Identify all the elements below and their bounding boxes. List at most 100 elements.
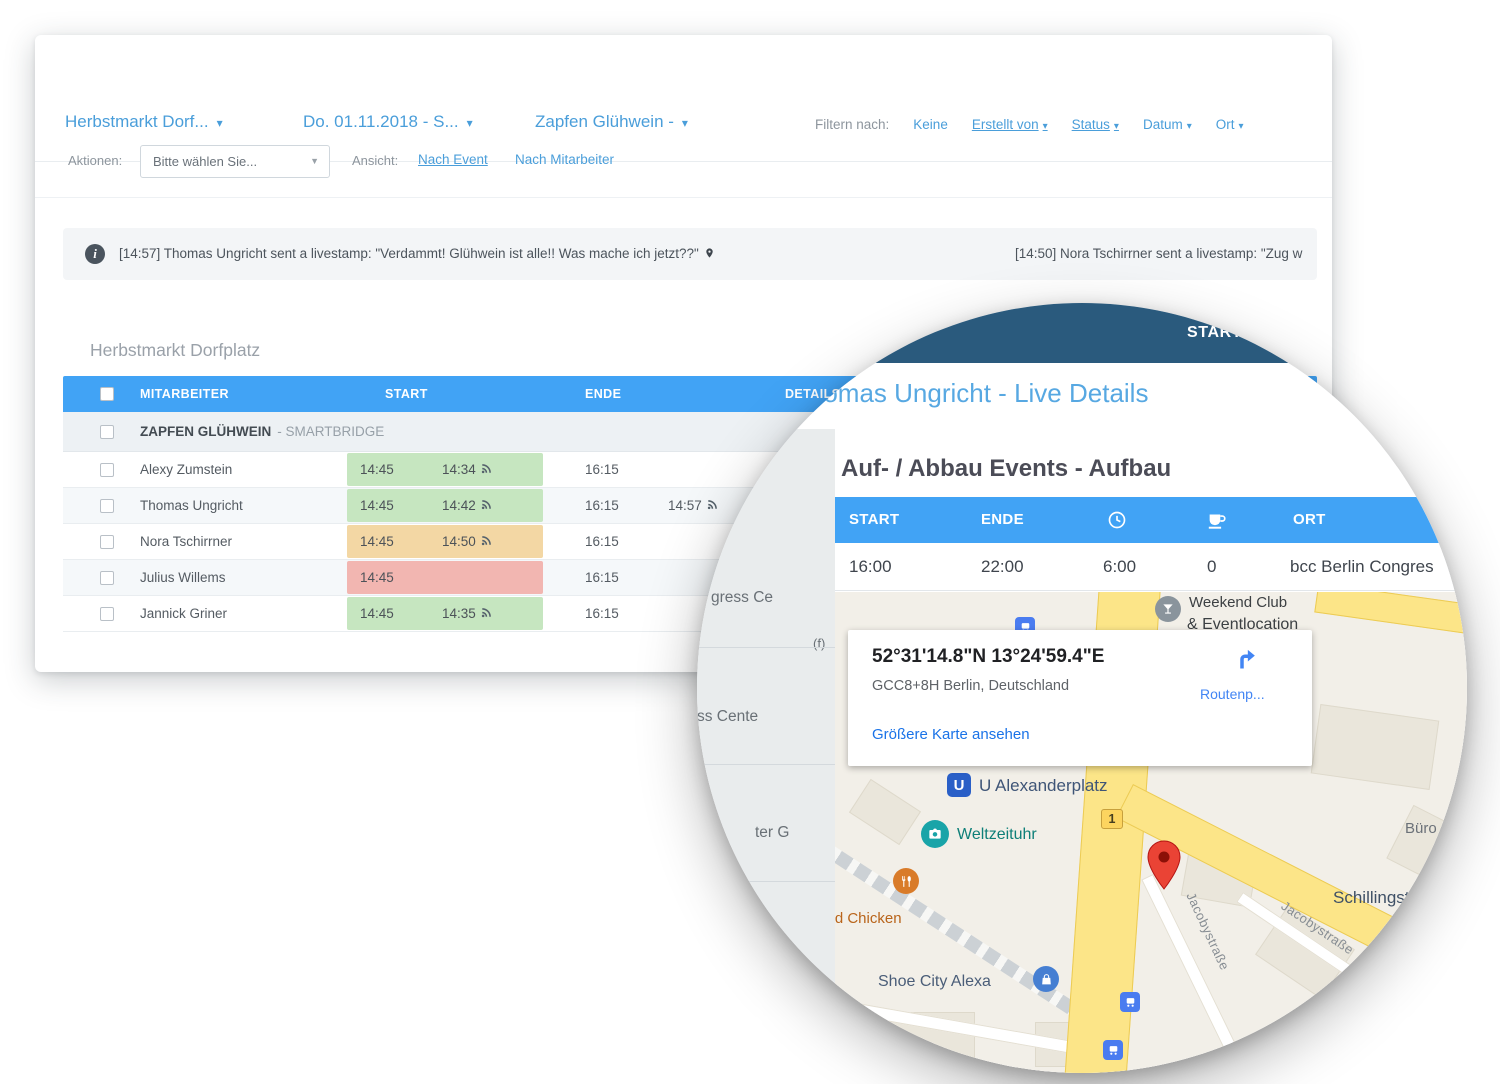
background-text-fragment: gress Ce [711,589,773,607]
start-actual: 14:35 [442,597,491,630]
actions-label: Aktionen: [68,153,122,168]
view-by-employee-link[interactable]: Nach Mitarbeiter [515,152,614,167]
chevron-down-icon: ▾ [682,116,688,130]
actions-select-value: Bitte wählen Sie... [153,154,257,169]
view-by-event-link[interactable]: Nach Event [418,152,488,167]
location-pin-icon [704,246,715,260]
camera-icon [921,820,949,848]
transit-icon [1103,1040,1123,1060]
details-start: 16:00 [849,543,892,591]
shift-dropdown[interactable]: Zapfen Glühwein - ▾ [535,112,688,132]
map-label-schilling: Schillingstraße [1333,888,1445,908]
magnified-start-header: START [1187,324,1242,342]
employee-name: Alexy Zumstein [140,452,232,487]
map-label-club: Weekend Club [1189,594,1287,611]
column-header-end: ENDE [585,376,621,412]
start-status-cell: 14:45 [347,561,543,594]
start-actual: 14:34 [442,453,491,486]
start-status-cell: 14:45 14:50 [347,525,543,558]
filter-bar: Filtern nach: Keine Erstellt von▾ Status… [815,117,1244,132]
map-label-station: U Alexanderplatz [979,776,1108,796]
row-checkbox[interactable] [100,499,114,513]
filter-created-by[interactable]: Erstellt von▾ [972,117,1048,132]
directions-link[interactable]: Routenp... [1200,686,1265,702]
shopping-bag-icon [1033,966,1059,992]
livestamp-icon [480,464,491,475]
actions-select[interactable]: Bitte wählen Sie... ▼ [140,145,330,178]
divider [697,647,835,648]
end-planned: 16:15 [585,596,619,631]
modal-title: Thomas Ungricht - Live Details [793,378,1148,409]
livestamp-bar: i [14:57] Thomas Ungricht sent a livesta… [63,228,1317,280]
date-dropdown[interactable]: Do. 01.11.2018 - S...▾ [303,112,473,132]
address-text: GCC8+8H Berlin, Deutschland [872,678,1069,694]
details-col-end: ENDE [981,497,1024,543]
filter-none[interactable]: Keine [913,117,948,132]
livestamp-icon [480,500,491,511]
start-planned: 14:45 [360,489,394,522]
date-dropdown-label: Do. 01.11.2018 - S... [303,112,459,131]
group-checkbox[interactable] [100,425,114,439]
row-checkbox[interactable] [100,571,114,585]
start-planned: 14:45 [360,561,394,594]
end-planned: 16:15 [585,524,619,559]
map-building [849,779,921,845]
shift-dropdown-label: Zapfen Glühwein - [535,112,674,131]
details-table-header: START ENDE ORT [835,497,1467,543]
transit-icon [1120,992,1140,1012]
start-actual: 14:42 [442,489,491,522]
background-text-fragment: (f) [813,636,825,651]
select-all-checkbox[interactable] [100,387,114,401]
coffee-cup-icon [1207,512,1227,534]
map-building [1311,704,1440,790]
map-label-weltzeituhr: Weltzeituhr [957,826,1037,844]
event-dropdown-label: Herbstmarkt Dorf... [65,112,209,131]
row-checkbox[interactable] [100,607,114,621]
map-pin-icon[interactable] [1147,840,1181,895]
start-actual: 14:50 [442,525,491,558]
live-details-modal: Auf- / Abbau Events - Aufbau START ENDE … [835,429,1467,1073]
chevron-down-icon: ▾ [1114,121,1119,132]
chevron-down-icon: ▾ [1187,121,1192,132]
filter-date[interactable]: Datum▾ [1143,117,1192,132]
employee-name: Nora Tschirrner [140,524,232,559]
modal-title-bar: Thomas Ungricht - Live Details [697,363,1467,429]
end-planned: 16:15 [585,452,619,487]
row-checkbox[interactable] [100,463,114,477]
end-planned: 16:15 [585,488,619,523]
filter-status[interactable]: Status▾ [1072,117,1119,132]
column-header-employee: MITARBEITER [140,376,229,412]
employee-name: Julius Willems [140,560,226,595]
chevron-down-icon: ▾ [1043,121,1048,132]
row-checkbox[interactable] [100,535,114,549]
map[interactable]: Weekend Club & Eventlocation U U Alexand… [835,592,1467,1073]
restaurant-icon [893,868,919,894]
section-title: Auf- / Abbau Events - Aufbau [841,455,1171,483]
employee-name: Thomas Ungricht [140,488,243,523]
details-location: bcc Berlin Congres [1290,543,1434,591]
start-status-cell: 14:45 14:34 [347,453,543,486]
details-end: 22:00 [981,543,1024,591]
details-col-start: START [849,497,899,543]
chevron-down-icon: ▾ [217,116,223,130]
info-icon: i [85,244,105,264]
directions-icon[interactable] [1228,644,1256,677]
magnifier-circle: START Thomas Ungricht - Live Details gre… [697,303,1467,1073]
start-status-cell: 14:45 14:42 [347,489,543,522]
larger-map-link[interactable]: Größere Karte ansehen [872,726,1030,743]
details-row: 16:00 22:00 6:00 0 bcc Berlin Congres [835,543,1467,591]
end-planned: 16:15 [585,560,619,595]
map-label-shop: Shoe City Alexa [878,973,991,991]
filter-location[interactable]: Ort▾ [1216,117,1244,132]
nightlife-icon [1155,596,1181,622]
start-status-cell: 14:45 14:35 [347,597,543,630]
filter-label: Filtern nach: [815,117,889,132]
map-railway [835,827,1107,1035]
livestamp-message-left: [14:57] Thomas Ungricht sent a livestamp… [119,228,715,280]
map-label-restaurant: Fried Chicken [835,910,902,927]
event-dropdown[interactable]: Herbstmarkt Dorf... ▾ [65,112,223,132]
map-label-buero: Büro [1405,820,1437,837]
chevron-down-icon: ▼ [310,146,319,177]
chevron-down-icon: ▾ [1239,121,1244,132]
magnified-background-strip: gress Ce (f) ss Cente ter G [697,429,835,1073]
